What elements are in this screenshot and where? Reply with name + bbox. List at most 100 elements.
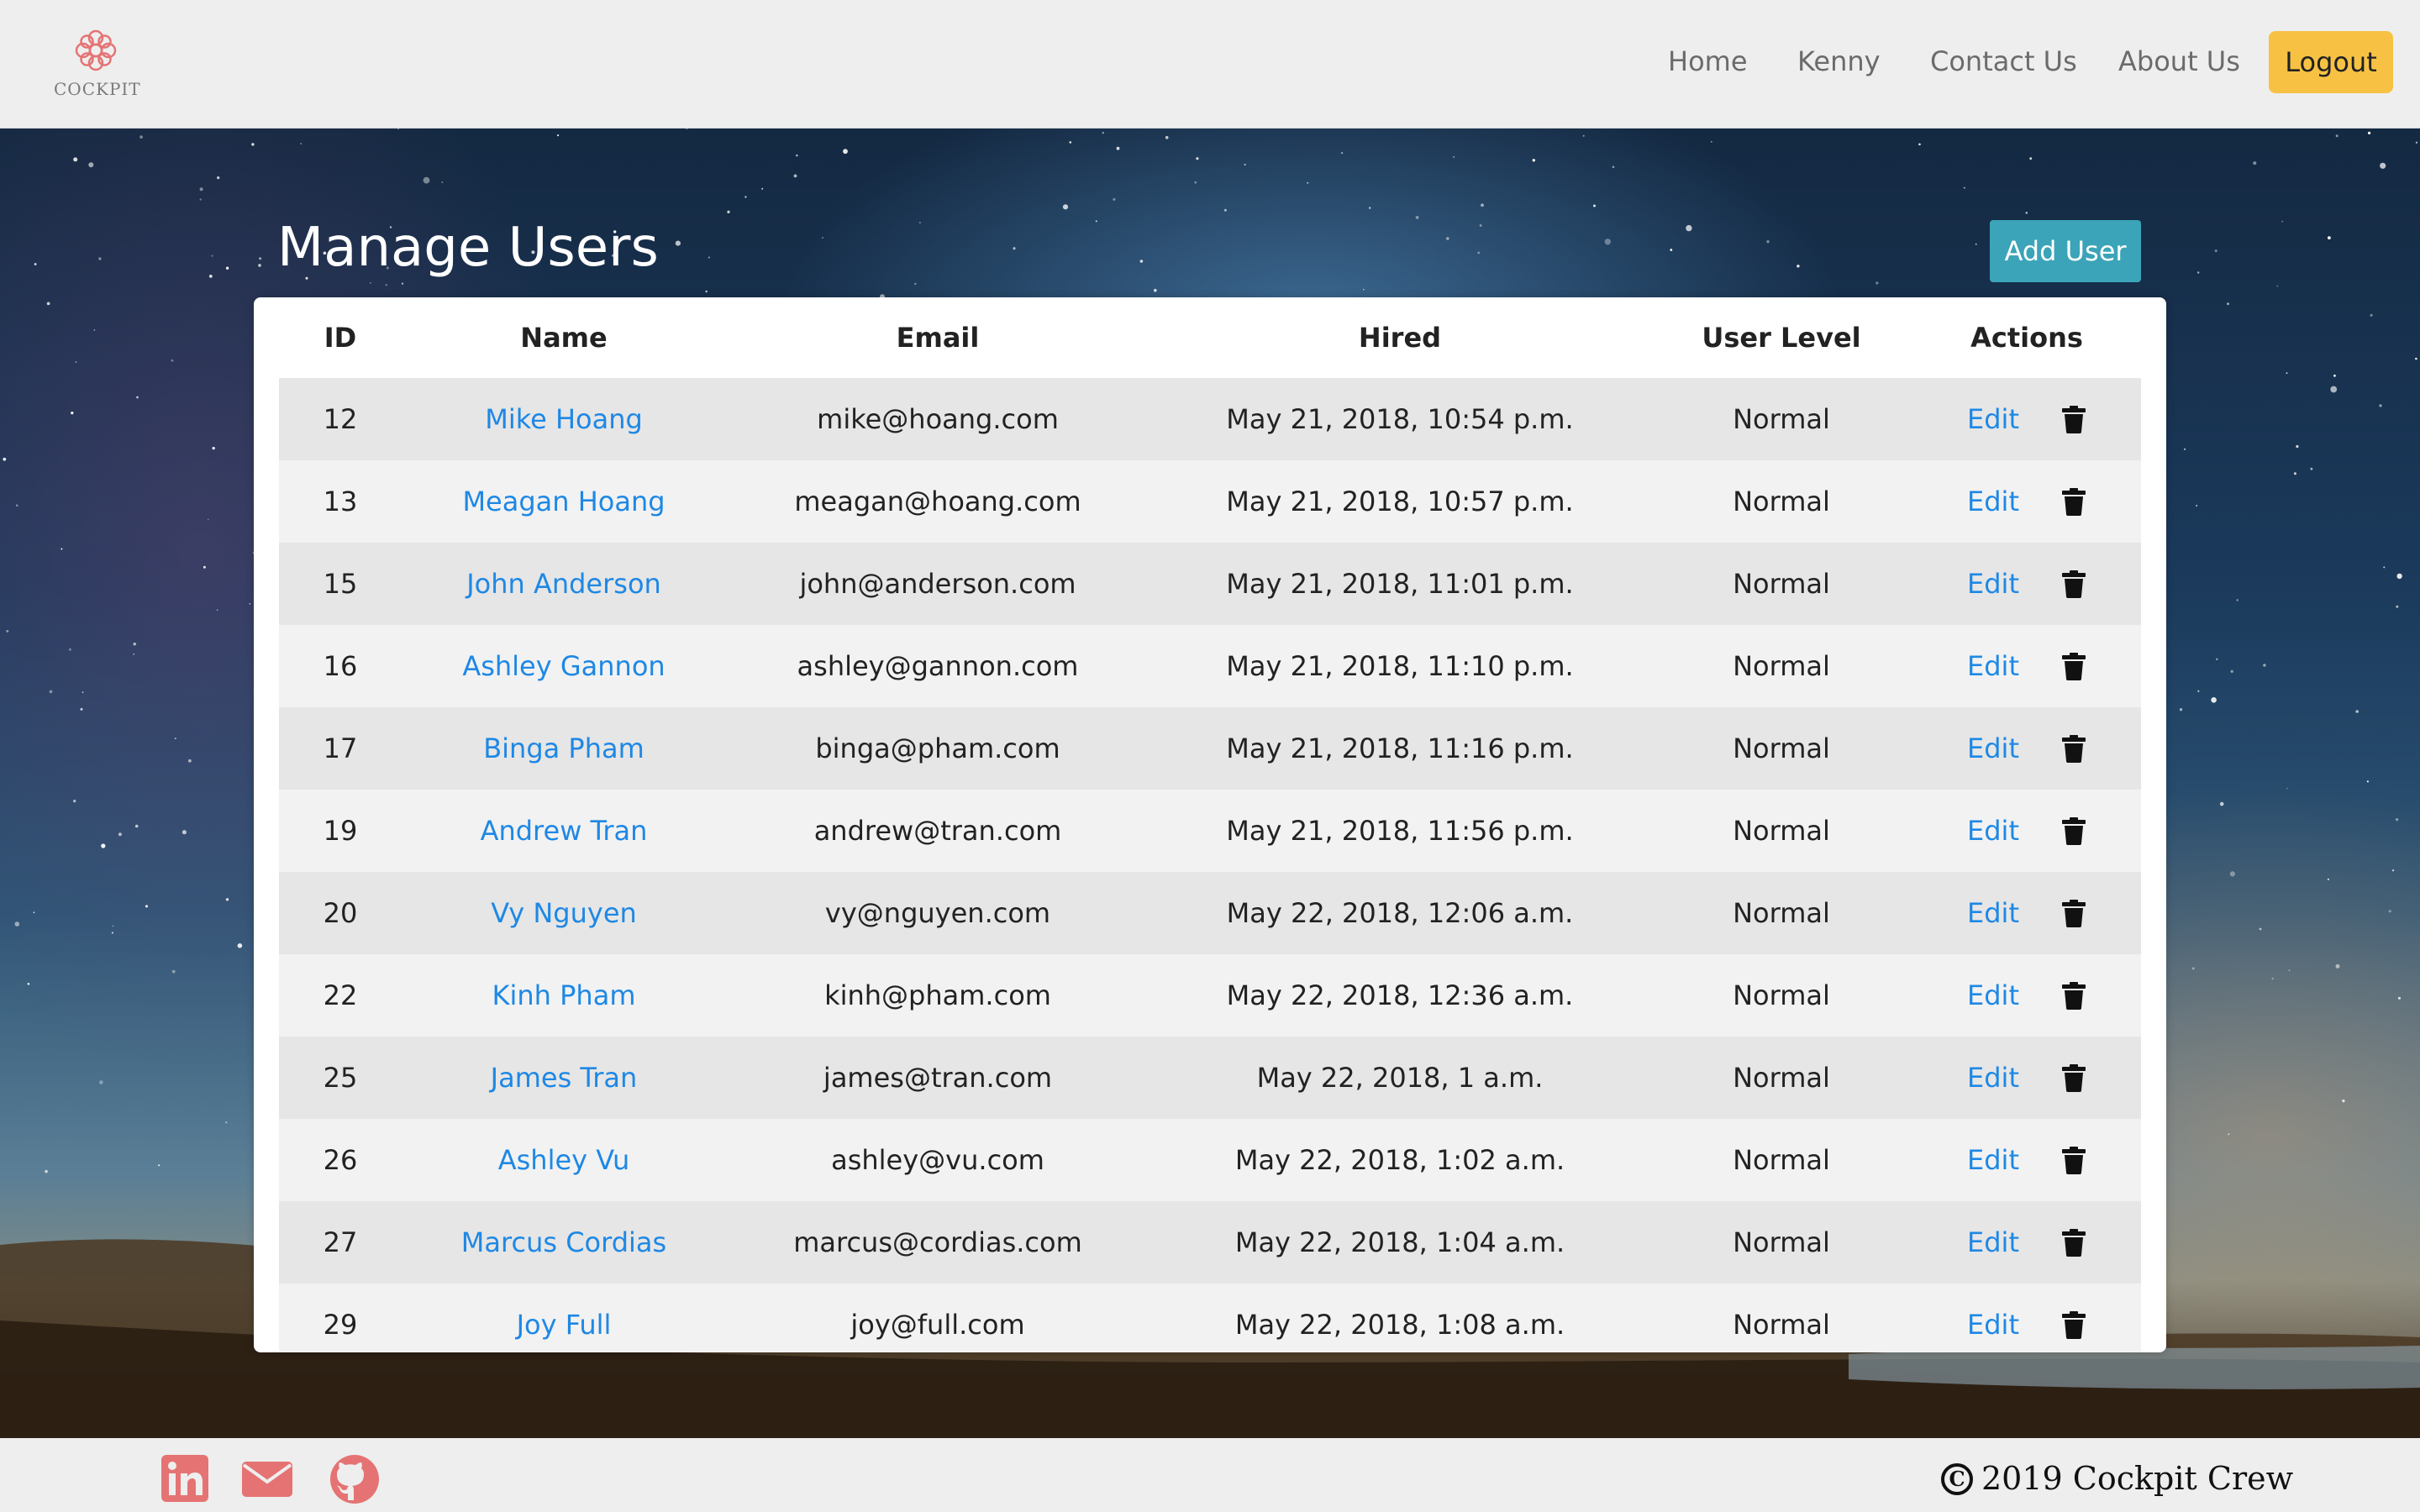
cell-actions: Edit <box>1912 650 2141 682</box>
edit-link[interactable]: Edit <box>1967 1309 2019 1341</box>
edit-link[interactable]: Edit <box>1967 815 2019 847</box>
trash-icon[interactable] <box>2061 405 2086 433</box>
trash-icon[interactable] <box>2061 487 2086 516</box>
cell-id: 25 <box>323 1062 358 1094</box>
cell-hired: May 21, 2018, 10:57 p.m. <box>1226 486 1574 517</box>
cell-user-level: Normal <box>1733 815 1830 847</box>
cell-actions: Edit <box>1912 1144 2141 1176</box>
trash-icon[interactable] <box>2061 899 2086 927</box>
cell-email: kinh@pham.com <box>824 979 1051 1011</box>
footer: C 2019 Cockpit Crew <box>0 1438 2420 1512</box>
cell-id: 12 <box>323 403 358 435</box>
trash-icon[interactable] <box>2061 734 2086 763</box>
table-row: 13 Meagan Hoang meagan@hoang.com May 21, 20… <box>279 460 2141 543</box>
trash-icon[interactable] <box>2061 652 2086 680</box>
cell-actions: Edit <box>1912 1062 2141 1094</box>
edit-link[interactable]: Edit <box>1967 403 2019 435</box>
user-name-link[interactable]: Meagan Hoang <box>402 486 726 517</box>
cell-user-level: Normal <box>1733 1309 1830 1341</box>
nav-home[interactable]: Home <box>1668 45 1748 77</box>
user-name-link[interactable]: Kinh Pham <box>402 979 726 1011</box>
edit-link[interactable]: Edit <box>1967 568 2019 600</box>
trash-icon[interactable] <box>2061 1063 2086 1092</box>
user-name-link[interactable]: Joy Full <box>402 1309 726 1341</box>
user-name-link[interactable]: Binga Pham <box>402 732 726 764</box>
actions-group: Edit <box>1912 732 2141 764</box>
cell-email: ashley@vu.com <box>831 1144 1044 1176</box>
edit-link[interactable]: Edit <box>1967 650 2019 682</box>
copyright-text: C 2019 Cockpit Crew <box>1941 1460 2293 1498</box>
page-title: Manage Users <box>277 217 659 279</box>
cell-user-level: Normal <box>1733 650 1830 682</box>
cell-hired: May 22, 2018, 12:36 a.m. <box>1226 979 1574 1011</box>
user-name-link[interactable]: John Anderson <box>402 568 726 600</box>
cell-email: john@anderson.com <box>799 568 1076 600</box>
table-header: ID Name Email Hired User Level Actions <box>279 297 2141 378</box>
table-row: 25 James Tran james@tran.com May 22, 2018, … <box>279 1037 2141 1119</box>
cell-hired: May 22, 2018, 1:04 a.m. <box>1234 1226 1565 1258</box>
trash-icon[interactable] <box>2061 570 2086 598</box>
cell-actions: Edit <box>1912 568 2141 600</box>
table-row: 26 Ashley Vu ashley@vu.com May 22, 2018, 1:… <box>279 1119 2141 1201</box>
header-email: Email <box>896 322 980 354</box>
nav-about-us[interactable]: About Us <box>2118 45 2240 77</box>
header-name: Name <box>520 322 608 354</box>
trash-icon[interactable] <box>2061 1228 2086 1257</box>
cell-hired: May 22, 2018, 1:02 a.m. <box>1234 1144 1565 1176</box>
copyright-icon: C <box>1941 1462 1973 1495</box>
edit-link[interactable]: Edit <box>1967 1062 2019 1094</box>
trash-icon[interactable] <box>2061 816 2086 845</box>
flower-logo-icon <box>75 29 117 71</box>
cell-actions: Edit <box>1912 979 2141 1011</box>
table-row: 12 Mike Hoang mike@hoang.com May 21, 2018, … <box>279 378 2141 460</box>
cell-id: 19 <box>323 815 358 847</box>
user-name-link[interactable]: Marcus Cordias <box>402 1226 726 1258</box>
trash-icon[interactable] <box>2061 981 2086 1010</box>
logout-button[interactable]: Logout <box>2269 31 2393 93</box>
cell-email: joy@full.com <box>850 1309 1025 1341</box>
linkedin-icon[interactable] <box>160 1453 213 1505</box>
mail-icon[interactable] <box>240 1453 294 1505</box>
nav-kenny[interactable]: Kenny <box>1797 45 1881 77</box>
trash-icon[interactable] <box>2061 1146 2086 1174</box>
github-icon[interactable] <box>328 1453 381 1505</box>
cell-user-level: Normal <box>1733 1226 1830 1258</box>
actions-group: Edit <box>1912 815 2141 847</box>
edit-link[interactable]: Edit <box>1967 1226 2019 1258</box>
edit-link[interactable]: Edit <box>1967 979 2019 1011</box>
cell-hired: May 21, 2018, 11:10 p.m. <box>1226 650 1574 682</box>
nav-contact-us[interactable]: Contact Us <box>1930 45 2077 77</box>
user-name-link[interactable]: Ashley Gannon <box>402 650 726 682</box>
table-body: 12 Mike Hoang mike@hoang.com May 21, 2018, … <box>279 378 2141 1352</box>
actions-group: Edit <box>1912 486 2141 517</box>
user-name-link[interactable]: Ashley Vu <box>402 1144 726 1176</box>
edit-link[interactable]: Edit <box>1967 732 2019 764</box>
trash-icon[interactable] <box>2061 1310 2086 1339</box>
user-name-link[interactable]: Vy Nguyen <box>402 897 726 929</box>
cockpit-logo[interactable]: COCKPIT <box>54 25 141 106</box>
cell-hired: May 22, 2018, 1:08 a.m. <box>1234 1309 1565 1341</box>
logo-text: COCKPIT <box>54 79 141 99</box>
cell-id: 26 <box>323 1144 358 1176</box>
edit-link[interactable]: Edit <box>1967 486 2019 517</box>
cell-user-level: Normal <box>1733 897 1830 929</box>
edit-link[interactable]: Edit <box>1967 897 2019 929</box>
user-name-link[interactable]: Andrew Tran <box>402 815 726 847</box>
user-name-link[interactable]: Mike Hoang <box>402 403 726 435</box>
cell-actions: Edit <box>1912 1226 2141 1258</box>
cell-id: 20 <box>323 897 358 929</box>
cell-actions: Edit <box>1912 1309 2141 1341</box>
edit-link[interactable]: Edit <box>1967 1144 2019 1176</box>
cell-hired: May 22, 2018, 12:06 a.m. <box>1226 897 1574 929</box>
header-user-level: User Level <box>1702 322 1861 354</box>
table-row: 27 Marcus Cordias marcus@cordias.com May 22… <box>279 1201 2141 1284</box>
cell-email: andrew@tran.com <box>813 815 1062 847</box>
add-user-button[interactable]: Add User <box>1990 220 2141 282</box>
table-row: 19 Andrew Tran andrew@tran.com May 21, 2018… <box>279 790 2141 872</box>
actions-group: Edit <box>1912 568 2141 600</box>
cell-user-level: Normal <box>1733 1144 1830 1176</box>
table-row: 17 Binga Pham binga@pham.com May 21, 2018, … <box>279 707 2141 790</box>
user-name-link[interactable]: James Tran <box>402 1062 726 1094</box>
cell-user-level: Normal <box>1733 1062 1830 1094</box>
cell-email: binga@pham.com <box>815 732 1060 764</box>
